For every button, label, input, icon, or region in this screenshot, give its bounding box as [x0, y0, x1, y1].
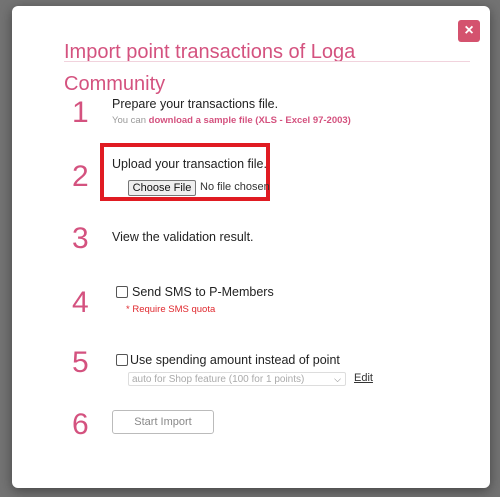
close-button[interactable]: × — [458, 20, 480, 42]
modal-title: Import point transactions of Loga Commun… — [64, 41, 356, 95]
choose-file-button[interactable]: Choose File — [128, 180, 196, 196]
spending-rate-select[interactable]: auto for Shop feature (100 for 1 points)… — [128, 372, 346, 386]
import-modal: × Import point transactions of Loga Comm… — [12, 6, 490, 488]
step-number-4: 4 — [72, 286, 89, 319]
sms-checkbox-label: Send SMS to P-Members — [132, 285, 274, 299]
step-number-5: 5 — [72, 346, 89, 379]
step-1-text: Prepare your transactions file. — [112, 97, 279, 111]
step-3-text: View the validation result. — [112, 230, 254, 244]
start-import-button[interactable]: Start Import — [112, 410, 214, 434]
step-number-1: 1 — [72, 96, 89, 129]
step-2-text: Upload your transaction file. — [112, 157, 267, 171]
download-sample-link[interactable]: download a sample file (XLS - Excel 97-2… — [149, 115, 351, 126]
sms-quota-warning: * Require SMS quota — [126, 304, 216, 315]
step-number-6: 6 — [72, 408, 89, 441]
step-number-2: 2 — [72, 160, 89, 193]
spending-checkbox-label: Use spending amount instead of point — [130, 353, 340, 367]
spending-rate-value: auto for Shop feature (100 for 1 points) — [132, 374, 305, 385]
sample-file-prefix: You can — [112, 115, 149, 126]
step-number-3: 3 — [72, 222, 89, 255]
edit-link[interactable]: Edit — [354, 372, 373, 384]
title-divider — [64, 61, 470, 62]
file-status: No file chosen — [200, 181, 270, 193]
chevron-down-icon: ⌵ — [334, 374, 341, 384]
spending-checkbox[interactable] — [116, 354, 128, 366]
close-icon: × — [464, 22, 474, 39]
step-1-sub: You can download a sample file (XLS - Ex… — [112, 115, 351, 126]
sms-checkbox[interactable] — [116, 286, 128, 298]
